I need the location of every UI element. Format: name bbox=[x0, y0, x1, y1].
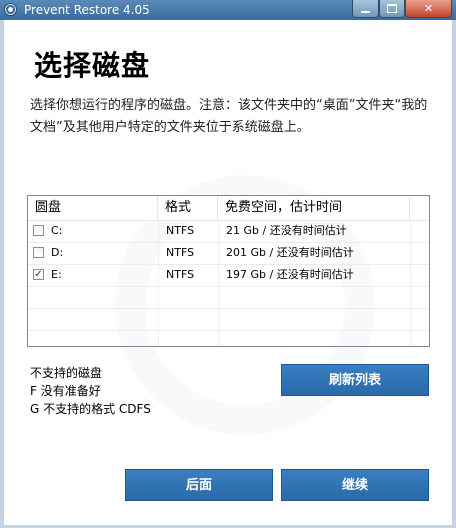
app-icon bbox=[4, 3, 17, 16]
refresh-list-button[interactable]: 刷新列表 bbox=[281, 364, 429, 396]
disk-format: NTFS bbox=[166, 268, 195, 281]
table-row-empty bbox=[28, 308, 429, 331]
window-frame-right bbox=[452, 20, 456, 528]
unsupported-disks-title: 不支持的磁盘 bbox=[30, 366, 103, 380]
disk-name: E: bbox=[51, 268, 62, 281]
disk-format: NTFS bbox=[166, 246, 195, 259]
checkbox-d[interactable] bbox=[33, 247, 44, 258]
disk-name: D: bbox=[51, 246, 64, 259]
close-button[interactable]: ✕ bbox=[405, 0, 452, 18]
checkbox-e[interactable]: ✓ bbox=[33, 269, 44, 280]
check-icon: ✓ bbox=[34, 269, 43, 280]
disk-space: 197 Gb / 还没有时间估计 bbox=[226, 268, 354, 281]
table-row-d[interactable]: D: NTFS 201 Gb / 还没有时间估计 bbox=[28, 242, 429, 265]
disk-table[interactable]: 圆盘 格式 免费空间，估计时间 C: NTFS 21 Gb / 还没有时间估计 … bbox=[27, 195, 430, 347]
table-row-empty bbox=[28, 286, 429, 309]
page-description: 选择你想运行的程序的磁盘。注意：该文件夹中的“桌面”文件夹“我的文档”及其他用户… bbox=[30, 98, 428, 135]
continue-button[interactable]: 继续 bbox=[281, 469, 429, 501]
maximize-button[interactable] bbox=[379, 0, 405, 18]
unsupported-disk-item: G 不支持的格式 CDFS bbox=[30, 402, 151, 416]
page-title: 选择磁盘 bbox=[34, 49, 151, 82]
back-button[interactable]: 后面 bbox=[125, 469, 273, 501]
maximize-icon bbox=[387, 4, 397, 13]
unsupported-disk-item: F 没有准备好 bbox=[30, 384, 101, 398]
disk-name: C: bbox=[51, 224, 63, 237]
column-header-disk[interactable]: 圆盘 bbox=[28, 196, 158, 220]
disk-space: 201 Gb / 还没有时间估计 bbox=[226, 246, 354, 259]
window-title: Prevent Restore 4.05 bbox=[24, 3, 150, 17]
minimize-button[interactable] bbox=[352, 0, 379, 18]
table-row-e[interactable]: ✓ E: NTFS 197 Gb / 还没有时间估计 bbox=[28, 264, 429, 287]
checkbox-c[interactable] bbox=[33, 225, 44, 236]
table-row-c[interactable]: C: NTFS 21 Gb / 还没有时间估计 bbox=[28, 220, 429, 243]
close-icon: ✕ bbox=[423, 2, 434, 15]
disk-space: 21 Gb / 还没有时间估计 bbox=[226, 224, 347, 237]
column-header-format[interactable]: 格式 bbox=[158, 196, 218, 220]
column-header-filler bbox=[410, 196, 429, 220]
title-bar[interactable]: Prevent Restore 4.05 ✕ bbox=[0, 0, 456, 20]
minimize-icon bbox=[361, 10, 370, 13]
table-header: 圆盘 格式 免费空间，估计时间 bbox=[28, 196, 429, 221]
disk-format: NTFS bbox=[166, 224, 195, 237]
column-header-space[interactable]: 免费空间，估计时间 bbox=[218, 196, 410, 220]
window-frame-left bbox=[0, 20, 4, 528]
